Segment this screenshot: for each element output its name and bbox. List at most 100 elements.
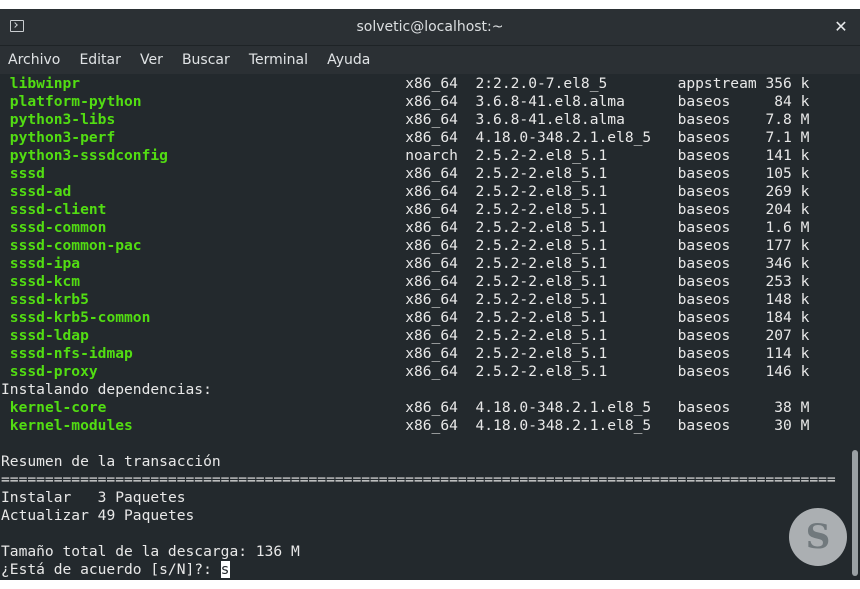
package-version: 2.5.2-2.el8_5.1 [475, 273, 678, 290]
close-button[interactable]: ✕ [830, 16, 852, 38]
package-size: 141 k [765, 147, 810, 164]
package-size: 105 k [765, 165, 810, 182]
package-repo: baseos [677, 273, 766, 290]
package-version: 2.5.2-2.el8_5.1 [475, 327, 678, 344]
package-arch: x86_64 [405, 417, 476, 434]
package-version: 2.5.2-2.el8_5.1 [475, 363, 678, 380]
menu-editar[interactable]: Editar [73, 46, 126, 74]
package-row: sssd-ldap x86_64 2.5.2-2.el8_5.1 baseos … [1, 327, 836, 345]
package-row: sssd-ad x86_64 2.5.2-2.el8_5.1 baseos 26… [1, 183, 836, 201]
terminal-cursor: s [220, 561, 230, 578]
menu-terminal[interactable]: Terminal [243, 46, 314, 74]
package-repo: baseos [677, 327, 766, 344]
package-name: sssd-common [9, 219, 406, 236]
package-repo: baseos [677, 363, 766, 380]
package-row: sssd-ipa x86_64 2.5.2-2.el8_5.1 baseos 3… [1, 255, 836, 273]
package-size: 146 k [765, 363, 810, 380]
package-arch: x86_64 [405, 165, 476, 182]
package-name: sssd-ipa [9, 255, 406, 272]
menu-buscar[interactable]: Buscar [176, 46, 236, 74]
prompt-text: ¿Está de acuerdo [s/N]?: [1, 561, 221, 578]
package-version: 2.5.2-2.el8_5.1 [475, 165, 678, 182]
package-repo: baseos [677, 183, 766, 200]
package-version: 2.5.2-2.el8_5.1 [475, 219, 678, 236]
package-size: 184 k [765, 309, 810, 326]
package-name: sssd-client [9, 201, 406, 218]
package-name: python3-sssdconfig [9, 147, 406, 164]
package-size: 207 k [765, 327, 810, 344]
package-size: 7.1 M [765, 129, 810, 146]
terminal-output: libwinpr x86_64 2:2.2.0-7.el8_5 appstrea… [1, 75, 836, 579]
install-label: Instalar [1, 489, 98, 506]
close-icon: ✕ [834, 17, 848, 36]
deps-header: Instalando dependencias: [1, 381, 836, 399]
menu-ayuda[interactable]: Ayuda [321, 46, 376, 74]
scrollbar-thumb[interactable] [852, 450, 858, 576]
deps-header-text: Instalando dependencias: [1, 381, 212, 398]
update-summary: Actualizar 49 Paquetes [1, 507, 836, 525]
package-repo: baseos [677, 255, 766, 272]
install-summary: Instalar 3 Paquetes [1, 489, 836, 507]
blank-line [1, 525, 836, 543]
package-size: 84 k [765, 93, 810, 110]
summary-title-text: Resumen de la transacción [1, 453, 221, 470]
summary-title: Resumen de la transacción [1, 453, 836, 471]
package-arch: x86_64 [405, 111, 476, 128]
menu-ver[interactable]: Ver [134, 46, 169, 74]
package-name: sssd-ad [9, 183, 406, 200]
package-repo: baseos [677, 201, 766, 218]
package-arch: x86_64 [405, 219, 476, 236]
package-version: 2.5.2-2.el8_5.1 [475, 309, 678, 326]
package-row: sssd-common-pac x86_64 2.5.2-2.el8_5.1 b… [1, 237, 836, 255]
confirm-prompt: ¿Está de acuerdo [s/N]?: s [1, 561, 836, 579]
terminal-output-area[interactable]: libwinpr x86_64 2:2.2.0-7.el8_5 appstrea… [0, 74, 846, 580]
separator-text: ========================================… [1, 471, 836, 488]
package-name: sssd-ldap [9, 327, 406, 344]
watermark-logo: S [789, 508, 847, 566]
package-size: 269 k [765, 183, 810, 200]
title-bar[interactable]: solvetic@localhost:~ ✕ [0, 9, 860, 46]
package-version: 2.5.2-2.el8_5.1 [475, 147, 678, 164]
package-arch: x86_64 [405, 363, 476, 380]
package-row: sssd-kcm x86_64 2.5.2-2.el8_5.1 baseos 2… [1, 273, 836, 291]
scrollbar[interactable] [846, 74, 860, 580]
package-arch: x86_64 [405, 201, 476, 218]
package-name: sssd [9, 165, 406, 182]
package-name: sssd-kcm [9, 273, 406, 290]
package-repo: baseos [677, 399, 766, 416]
package-arch: x86_64 [405, 291, 476, 308]
menu-archivo[interactable]: Archivo [2, 46, 66, 74]
download-total: Tamaño total de la descarga: 136 M [1, 543, 836, 561]
package-name: python3-perf [9, 129, 406, 146]
package-row: sssd-krb5-common x86_64 2.5.2-2.el8_5.1 … [1, 309, 836, 327]
package-name: kernel-core [9, 399, 406, 416]
package-row: sssd-krb5 x86_64 2.5.2-2.el8_5.1 baseos … [1, 291, 836, 309]
package-size: 38 M [765, 399, 810, 416]
package-row: sssd-proxy x86_64 2.5.2-2.el8_5.1 baseos… [1, 363, 836, 381]
package-row: kernel-modules x86_64 4.18.0-348.2.1.el8… [1, 417, 836, 435]
package-version: 2.5.2-2.el8_5.1 [475, 201, 678, 218]
package-repo: baseos [677, 237, 766, 254]
package-repo: baseos [677, 417, 766, 434]
package-repo: baseos [677, 219, 766, 236]
package-arch: x86_64 [405, 255, 476, 272]
blank [1, 435, 10, 452]
update-label: Actualizar [1, 507, 98, 524]
package-repo: baseos [677, 309, 766, 326]
package-arch: x86_64 [405, 327, 476, 344]
package-name: sssd-krb5 [9, 291, 406, 308]
package-repo: baseos [677, 291, 766, 308]
package-size: 148 k [765, 291, 810, 308]
package-version: 2.5.2-2.el8_5.1 [475, 183, 678, 200]
